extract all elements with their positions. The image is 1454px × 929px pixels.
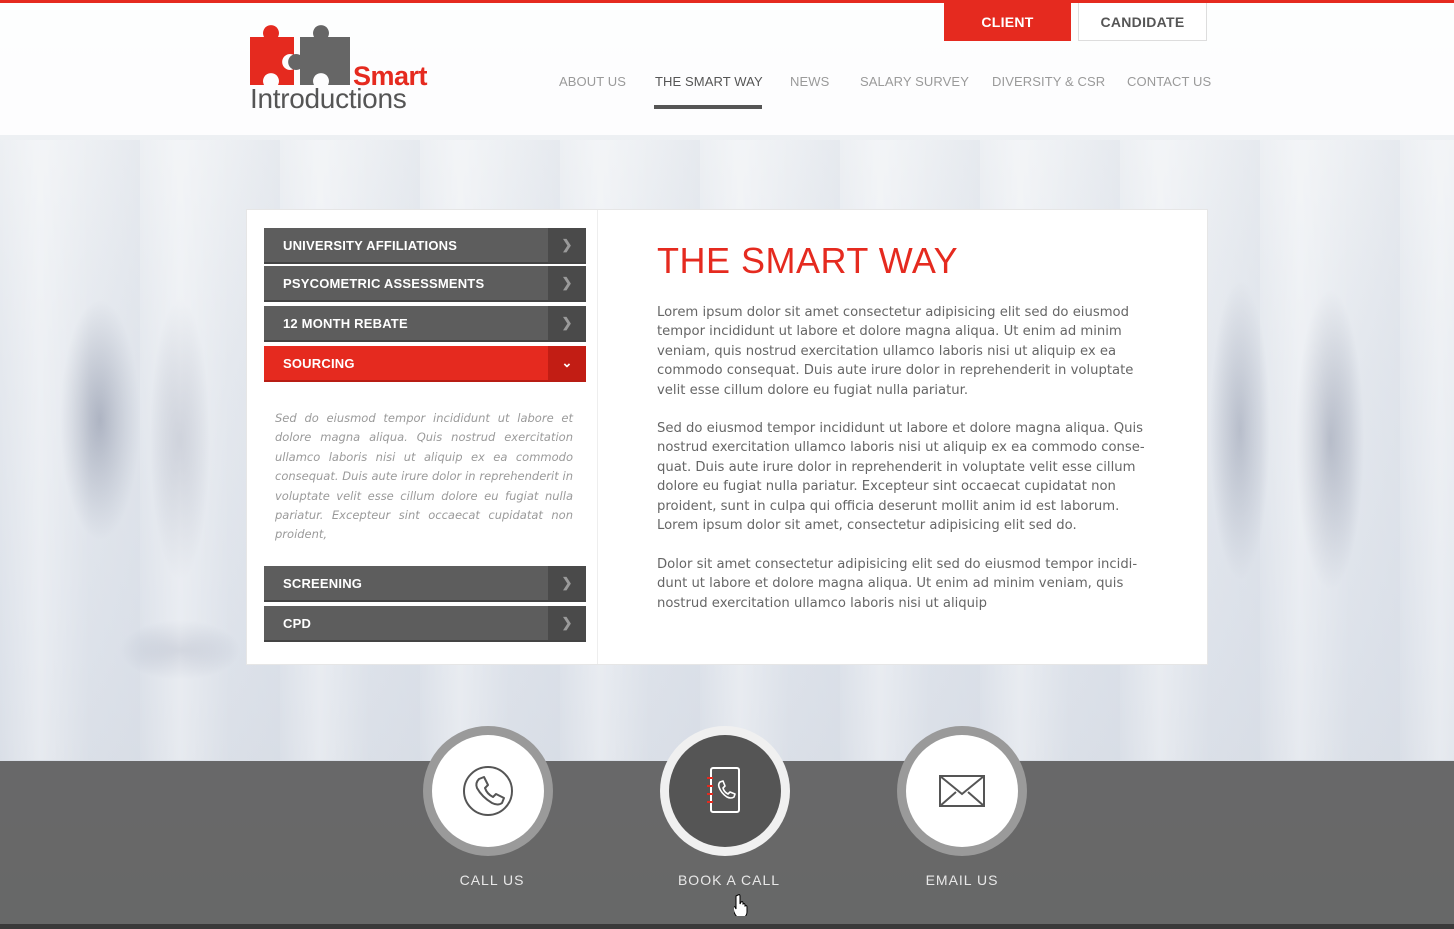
accordion-label: UNIVERSITY AFFILIATIONS	[283, 237, 458, 253]
envelope-icon	[939, 775, 985, 807]
accordion-item-screening[interactable]: SCREENING ❯	[264, 566, 586, 602]
page-title: THE SMART WAY	[657, 240, 959, 281]
accordion-item-sourcing[interactable]: SOURCING ⌄	[264, 346, 586, 382]
call-us-button[interactable]	[423, 726, 553, 856]
book-a-call-button[interactable]	[660, 726, 790, 856]
chevron-right-icon: ❯	[548, 606, 586, 640]
main-nav: ABOUT US THE SMART WAY NEWS SALARY SURVE…	[0, 74, 1454, 104]
body-paragraph: Dolor sit amet consectetur adipisicing e…	[657, 557, 1138, 611]
chevron-right-icon: ❯	[548, 228, 586, 262]
nav-news[interactable]: NEWS	[790, 74, 829, 89]
accordion-item-cpd[interactable]: CPD ❯	[264, 606, 586, 642]
accordion-item-psycometric-assessments[interactable]: PSYCOMETRIC ASSESSMENTS ❯	[264, 266, 586, 302]
address-book-icon	[707, 767, 740, 813]
chevron-down-icon: ⌄	[548, 346, 586, 380]
phone-icon	[463, 766, 513, 816]
chevron-right-icon: ❯	[548, 266, 586, 300]
site-header: Smart Introductions	[0, 3, 1454, 135]
body-paragraph: Sed do eiusmod tempor incididunt ut labo…	[657, 421, 1145, 534]
hand-cursor-icon	[734, 894, 748, 916]
email-us-button[interactable]	[897, 726, 1027, 856]
book-a-call-label[interactable]: BOOK A CALL	[649, 872, 809, 888]
nav-about-us[interactable]: ABOUT US	[559, 74, 626, 89]
candidate-toggle-button[interactable]: CANDIDATE	[1078, 3, 1207, 41]
accordion-label: PSYCOMETRIC ASSESSMENTS	[283, 275, 485, 291]
accordion-label: SOURCING	[283, 355, 355, 371]
nav-contact-us[interactable]: CONTACT US	[1127, 74, 1211, 89]
accordion-label: 12 MONTH REBATE	[283, 315, 408, 331]
accordion-body-sourcing: Sed do eiusmod tempor incididunt ut labo…	[275, 411, 573, 542]
nav-diversity-csr[interactable]: DIVERSITY & CSR	[992, 74, 1105, 89]
accordion-label: CPD	[283, 615, 312, 631]
accordion-sidebar: UNIVERSITY AFFILIATIONS ❯ PSYCOMETRIC AS…	[247, 210, 598, 664]
call-us-label[interactable]: CALL US	[412, 872, 572, 888]
nav-active-indicator	[654, 105, 762, 109]
accordion-label: SCREENING	[283, 575, 363, 591]
accordion-item-12-month-rebate[interactable]: 12 MONTH REBATE ❯	[264, 306, 586, 342]
body-paragraph: Lorem ipsum dolor sit amet consectetur a…	[657, 305, 1134, 398]
chevron-right-icon: ❯	[548, 566, 586, 600]
email-us-label[interactable]: EMAIL US	[882, 872, 1042, 888]
content-panel: UNIVERSITY AFFILIATIONS ❯ PSYCOMETRIC AS…	[246, 209, 1208, 665]
client-toggle-button[interactable]: CLIENT	[944, 3, 1071, 41]
nav-the-smart-way[interactable]: THE SMART WAY	[655, 74, 763, 89]
accordion-item-university-affiliations[interactable]: UNIVERSITY AFFILIATIONS ❯	[264, 228, 586, 264]
chevron-right-icon: ❯	[548, 306, 586, 340]
nav-salary-survey[interactable]: SALARY SURVEY	[860, 74, 969, 89]
